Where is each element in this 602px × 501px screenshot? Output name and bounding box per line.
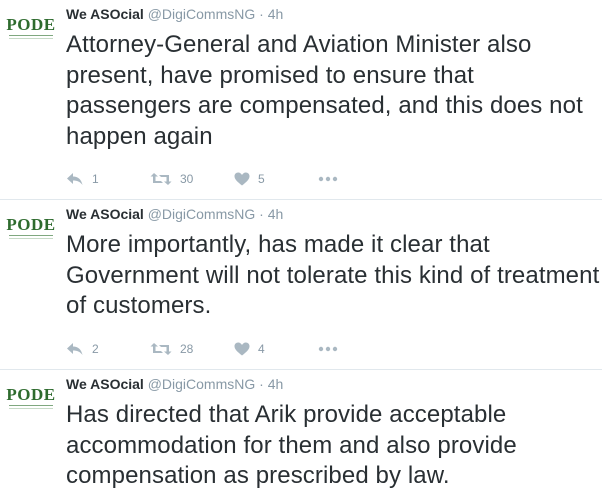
reply-count: 1 [92, 172, 99, 186]
more-dots-icon [318, 176, 338, 182]
retweet-count: 28 [180, 342, 194, 356]
avatar[interactable]: PODE [6, 216, 56, 240]
author-name[interactable]: We ASOcial [66, 376, 144, 392]
tweet-header: We ASOcial @DigiCommsNG · 4h [66, 375, 283, 393]
like-button[interactable]: 5 [234, 169, 265, 189]
reply-count: 2 [92, 342, 99, 356]
tweet[interactable]: PODE We ASOcial @DigiCommsNG · 4h More i… [0, 200, 602, 370]
tweet-text: Attorney-General and Aviation Minister a… [66, 31, 583, 150]
avatar-logo-text: PODE [6, 15, 56, 34]
reply-button[interactable]: 2 [66, 339, 99, 359]
avatar[interactable]: PODE [6, 386, 56, 410]
author-name[interactable]: We ASOcial [66, 6, 144, 22]
avatar-logo-text: PODE [6, 215, 56, 234]
tweet-timeline: PODE We ASOcial @DigiCommsNG · 4h Attorn… [0, 0, 602, 501]
tweet-timestamp[interactable]: 4h [268, 376, 284, 392]
reply-icon [66, 342, 84, 356]
tweet-timestamp[interactable]: 4h [268, 6, 284, 22]
like-count: 5 [258, 172, 265, 186]
author-handle[interactable]: @DigiCommsNG [148, 6, 256, 22]
avatar-logo-underline [9, 405, 53, 409]
like-button[interactable]: 4 [234, 339, 265, 359]
heart-icon [234, 342, 250, 356]
avatar-logo-underline [9, 235, 53, 239]
tweet-header: We ASOcial @DigiCommsNG · 4h [66, 205, 283, 223]
author-handle[interactable]: @DigiCommsNG [148, 376, 256, 392]
header-separator: · [259, 376, 264, 392]
retweet-icon [150, 172, 172, 186]
avatar[interactable]: PODE [6, 16, 56, 40]
tweet[interactable]: PODE We ASOcial @DigiCommsNG · 4h Attorn… [0, 0, 602, 200]
author-handle[interactable]: @DigiCommsNG [148, 206, 256, 222]
header-separator: · [259, 206, 264, 222]
author-name[interactable]: We ASOcial [66, 206, 144, 222]
more-button[interactable] [318, 169, 338, 189]
tweet[interactable]: PODE We ASOcial @DigiCommsNG · 4h Has di… [0, 370, 602, 501]
tweet-timestamp[interactable]: 4h [268, 206, 284, 222]
more-button[interactable] [318, 339, 338, 359]
header-separator: · [259, 6, 264, 22]
retweet-count: 30 [180, 172, 194, 186]
avatar-logo-underline [9, 35, 53, 39]
retweet-button[interactable]: 30 [150, 169, 193, 189]
reply-icon [66, 172, 84, 186]
retweet-icon [150, 342, 172, 356]
retweet-button[interactable]: 28 [150, 339, 193, 359]
tweet-text: Has directed that Arik provide acceptabl… [66, 401, 517, 489]
like-count: 4 [258, 342, 265, 356]
avatar-logo-text: PODE [6, 385, 56, 404]
tweet-text: More importantly, has made it clear that… [66, 231, 600, 319]
reply-button[interactable]: 1 [66, 169, 99, 189]
tweet-header: We ASOcial @DigiCommsNG · 4h [66, 5, 283, 23]
more-dots-icon [318, 346, 338, 352]
heart-icon [234, 172, 250, 186]
